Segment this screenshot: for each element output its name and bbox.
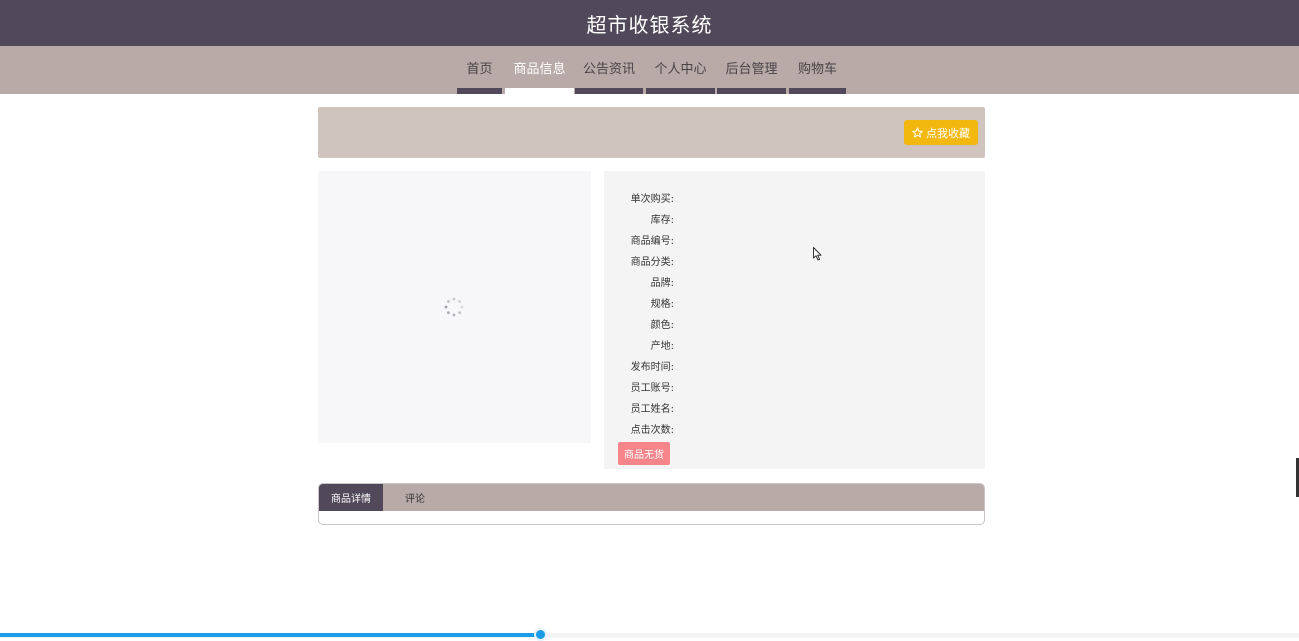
nav-item-label: 后台管理 [725, 62, 778, 77]
nav-item-cart[interactable]: 购物车 [789, 46, 846, 94]
info-label-publish-time: 发布时间: [630, 362, 674, 373]
nav-item-label: 首页 [466, 62, 493, 77]
star-outline-icon [912, 127, 923, 138]
nav-item-news[interactable]: 公告资讯 [575, 46, 643, 94]
info-label-stock: 库存: [650, 215, 674, 226]
tab-comments[interactable]: 评论 [383, 484, 447, 511]
nav-item-profile[interactable]: 个人中心 [646, 46, 715, 94]
detail-tabs: 商品详情 评论 [318, 483, 985, 525]
info-label-brand: 品牌: [650, 278, 674, 289]
page-progress-fill [0, 633, 540, 637]
nav-item-label: 个人中心 [654, 62, 707, 77]
info-label-staff-name: 员工姓名: [630, 404, 674, 415]
nav-item-underline [457, 88, 502, 94]
nav-item-products[interactable]: 商品信息 [505, 46, 574, 94]
info-label-staff-account: 员工账号: [630, 383, 674, 394]
info-label-purchase-limit: 单次购买: [630, 194, 674, 205]
nav-item-underline [575, 88, 643, 94]
nav-item-admin[interactable]: 后台管理 [717, 46, 786, 94]
info-label-click-count: 点击次数: [630, 425, 674, 436]
info-label-category: 商品分类: [630, 257, 674, 268]
main-nav: 首页 商品信息 公告资讯 个人中心 后台管理 购物车 [0, 46, 1299, 94]
nav-item-underline [717, 88, 786, 94]
nav-item-underline [646, 88, 715, 94]
info-label-color: 颜色: [650, 320, 674, 331]
page-progress-knob[interactable] [534, 628, 547, 641]
nav-item-label: 公告资讯 [582, 62, 635, 77]
tab-header: 商品详情 评论 [319, 484, 984, 511]
out-of-stock-button[interactable]: 商品无货 [618, 442, 670, 465]
loading-spinner-icon [444, 297, 464, 317]
site-title: 超市收银系统 [586, 12, 713, 37]
nav-item-underline [505, 88, 574, 94]
tab-product-details[interactable]: 商品详情 [319, 484, 383, 511]
mouse-cursor-icon [813, 247, 822, 261]
product-title-bar: 点我收藏 [318, 107, 985, 158]
nav-item-home[interactable]: 首页 [457, 46, 502, 94]
nav-item-label: 商品信息 [513, 62, 566, 77]
nav-item-label: 购物车 [797, 62, 837, 77]
nav-item-underline [789, 88, 846, 94]
favorite-button-label: 点我收藏 [926, 126, 970, 140]
info-label-product-id: 商品编号: [630, 236, 674, 247]
product-info-panel: 单次购买: 库存: 商品编号: 商品分类: 品牌: 规格: 颜色: 产地: 发布… [604, 171, 985, 469]
product-image-area [318, 171, 591, 443]
site-header: 超市收银系统 [0, 0, 1299, 46]
info-label-origin: 产地: [650, 341, 674, 352]
favorite-button[interactable]: 点我收藏 [904, 120, 978, 145]
info-label-spec: 规格: [650, 299, 674, 310]
